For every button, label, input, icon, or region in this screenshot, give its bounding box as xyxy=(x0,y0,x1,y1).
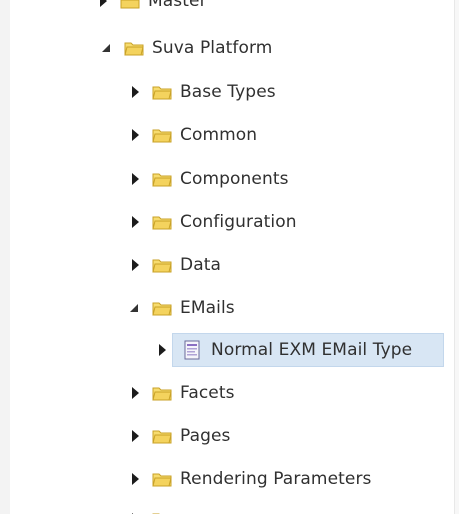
expand-toggle-icon[interactable] xyxy=(128,85,142,99)
expand-toggle-icon[interactable] xyxy=(128,128,142,142)
tree-node-data[interactable]: Data xyxy=(128,250,221,280)
tree-node-label: Data xyxy=(180,255,221,275)
folder-icon xyxy=(152,473,172,487)
expand-toggle-icon[interactable] xyxy=(155,343,169,357)
tree-node-label: Components xyxy=(180,169,289,189)
panel-right-border xyxy=(454,0,459,514)
folder-icon xyxy=(152,387,172,401)
expand-toggle-icon[interactable] xyxy=(96,0,110,8)
tree-node-facets[interactable]: Facets xyxy=(128,378,235,408)
folder-icon xyxy=(152,430,172,444)
template-document-icon xyxy=(184,340,200,360)
folder-icon xyxy=(152,259,172,273)
tree-node-configuration[interactable]: Configuration xyxy=(128,207,297,237)
tree-node-label: Rendering Parameters xyxy=(180,469,372,489)
folder-icon xyxy=(152,216,172,230)
tree-node-base-types[interactable]: Base Types xyxy=(128,77,276,107)
tree-node-label: Master xyxy=(148,0,207,11)
folder-icon xyxy=(152,173,172,187)
tree-node-label: Facets xyxy=(180,383,235,403)
tree-node-label: Suva Platform xyxy=(152,38,273,58)
expand-toggle-icon[interactable] xyxy=(128,172,142,186)
tree-node-suva-platform[interactable]: Suva Platform xyxy=(100,33,272,63)
folder-icon xyxy=(152,129,172,143)
tree-node-label: EMails xyxy=(180,298,235,318)
folder-icon xyxy=(124,42,144,56)
folder-icon xyxy=(120,0,140,9)
tree-node-pages[interactable]: Pages xyxy=(128,421,231,451)
collapse-toggle-icon[interactable] xyxy=(100,41,114,55)
tree-node-common[interactable]: Common xyxy=(128,120,257,150)
expand-toggle-icon[interactable] xyxy=(128,215,142,229)
tree-node-components[interactable]: Components xyxy=(128,164,289,194)
tree-node-emails[interactable]: EMails xyxy=(128,293,235,323)
tree-node-partial-bottom[interactable] xyxy=(128,504,180,514)
expand-toggle-icon[interactable] xyxy=(128,429,142,443)
collapse-toggle-icon[interactable] xyxy=(128,301,142,315)
folder-icon xyxy=(152,302,172,316)
tree-node-rendering-parameters[interactable]: Rendering Parameters xyxy=(128,464,372,494)
tree-node-master[interactable]: Master xyxy=(96,0,207,16)
tree-node-label: Common xyxy=(180,125,258,145)
tree-node-label: Configuration xyxy=(180,212,297,232)
expand-toggle-icon[interactable] xyxy=(128,472,142,486)
folder-icon xyxy=(152,86,172,100)
tree-node-normal-exm-email-type[interactable]: Normal EXM EMail Type xyxy=(159,333,444,367)
content-tree: Master Suva Platform Base Types Common C… xyxy=(0,0,454,514)
expand-toggle-icon[interactable] xyxy=(128,386,142,400)
tree-node-label: Base Types xyxy=(180,82,276,102)
expand-toggle-icon[interactable] xyxy=(128,258,142,272)
tree-node-label: Pages xyxy=(180,426,231,446)
tree-node-label: Normal EXM EMail Type xyxy=(211,340,413,360)
